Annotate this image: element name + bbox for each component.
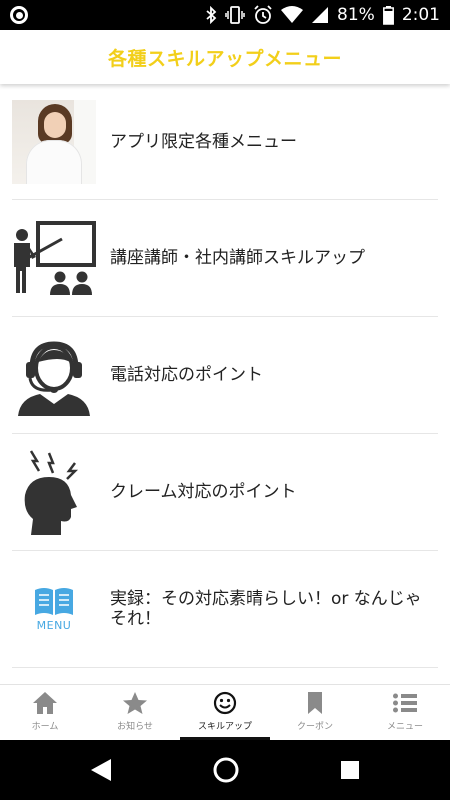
battery-percent: 81% [337, 5, 375, 25]
home-icon [33, 692, 57, 714]
list-item[interactable]: 講座講師・社内講師スキルアップ [12, 200, 438, 317]
vibrate-icon [225, 6, 245, 24]
list-icon [393, 693, 417, 713]
headset-operator-icon [12, 333, 96, 417]
menu-book-icon: MENU [12, 567, 96, 651]
lecturer-icon [12, 216, 96, 300]
list-item[interactable]: 電話対応のポイント [12, 317, 438, 434]
status-bar: 81% 2:01 [0, 0, 450, 30]
list-item[interactable]: アプリ限定各種メニュー [12, 84, 438, 200]
tab-notifications[interactable]: お知らせ [90, 685, 180, 740]
tab-label: ホーム [31, 722, 59, 732]
list-item-label: 電話対応のポイント [110, 365, 263, 385]
tab-skillup[interactable]: スキルアップ [180, 685, 270, 740]
recents-icon[interactable] [339, 759, 361, 781]
circle-notification-icon [10, 6, 28, 24]
cell-signal-icon [312, 7, 329, 23]
menu-book-label: MENU [36, 619, 72, 632]
list-item-label: アプリ限定各種メニュー [110, 131, 297, 152]
smiley-icon [213, 691, 237, 715]
bluetooth-icon [206, 6, 217, 24]
tab-label: お知らせ [117, 722, 153, 732]
tab-label: メニュー [386, 722, 423, 732]
tab-coupon[interactable]: クーポン [270, 685, 360, 740]
back-icon[interactable] [89, 757, 113, 783]
app-header: 各種スキルアップメニュー [0, 30, 450, 84]
wifi-icon [281, 6, 304, 23]
star-icon [123, 692, 147, 714]
status-time: 2:01 [401, 5, 440, 25]
frustrated-head-icon [12, 450, 96, 535]
tab-menu[interactable]: メニュー [360, 685, 450, 740]
list-item-label: 実録：その対応素晴らしい！or なんじゃそれ！ [110, 589, 422, 629]
tab-label: クーポン [296, 722, 333, 732]
page-title: 各種スキルアップメニュー [107, 47, 342, 70]
tab-label: スキルアップ [197, 722, 252, 732]
list-item-label: 講座講師・社内講師スキルアップ [110, 248, 365, 268]
list-item-label: クレーム対応のポイント [110, 482, 297, 502]
list-item[interactable]: クレーム対応のポイント [12, 434, 438, 551]
woman-photo [12, 99, 96, 184]
battery-icon [382, 5, 394, 25]
skill-menu-list: アプリ限定各種メニュー 講座講師・社内講師スキルアップ 電話対応のポイント クレ… [12, 84, 438, 668]
list-item[interactable]: MENU 実録：その対応素晴らしい！or なんじゃそれ！ [12, 551, 438, 668]
system-nav-bar [0, 740, 450, 800]
bookmark-icon [308, 692, 322, 714]
home-circle-icon[interactable] [212, 756, 240, 784]
tab-home[interactable]: ホーム [0, 685, 90, 740]
alarm-icon [254, 5, 272, 24]
bottom-tab-bar: ホーム お知らせ スキルアップ クーポン メニュー [0, 684, 450, 740]
